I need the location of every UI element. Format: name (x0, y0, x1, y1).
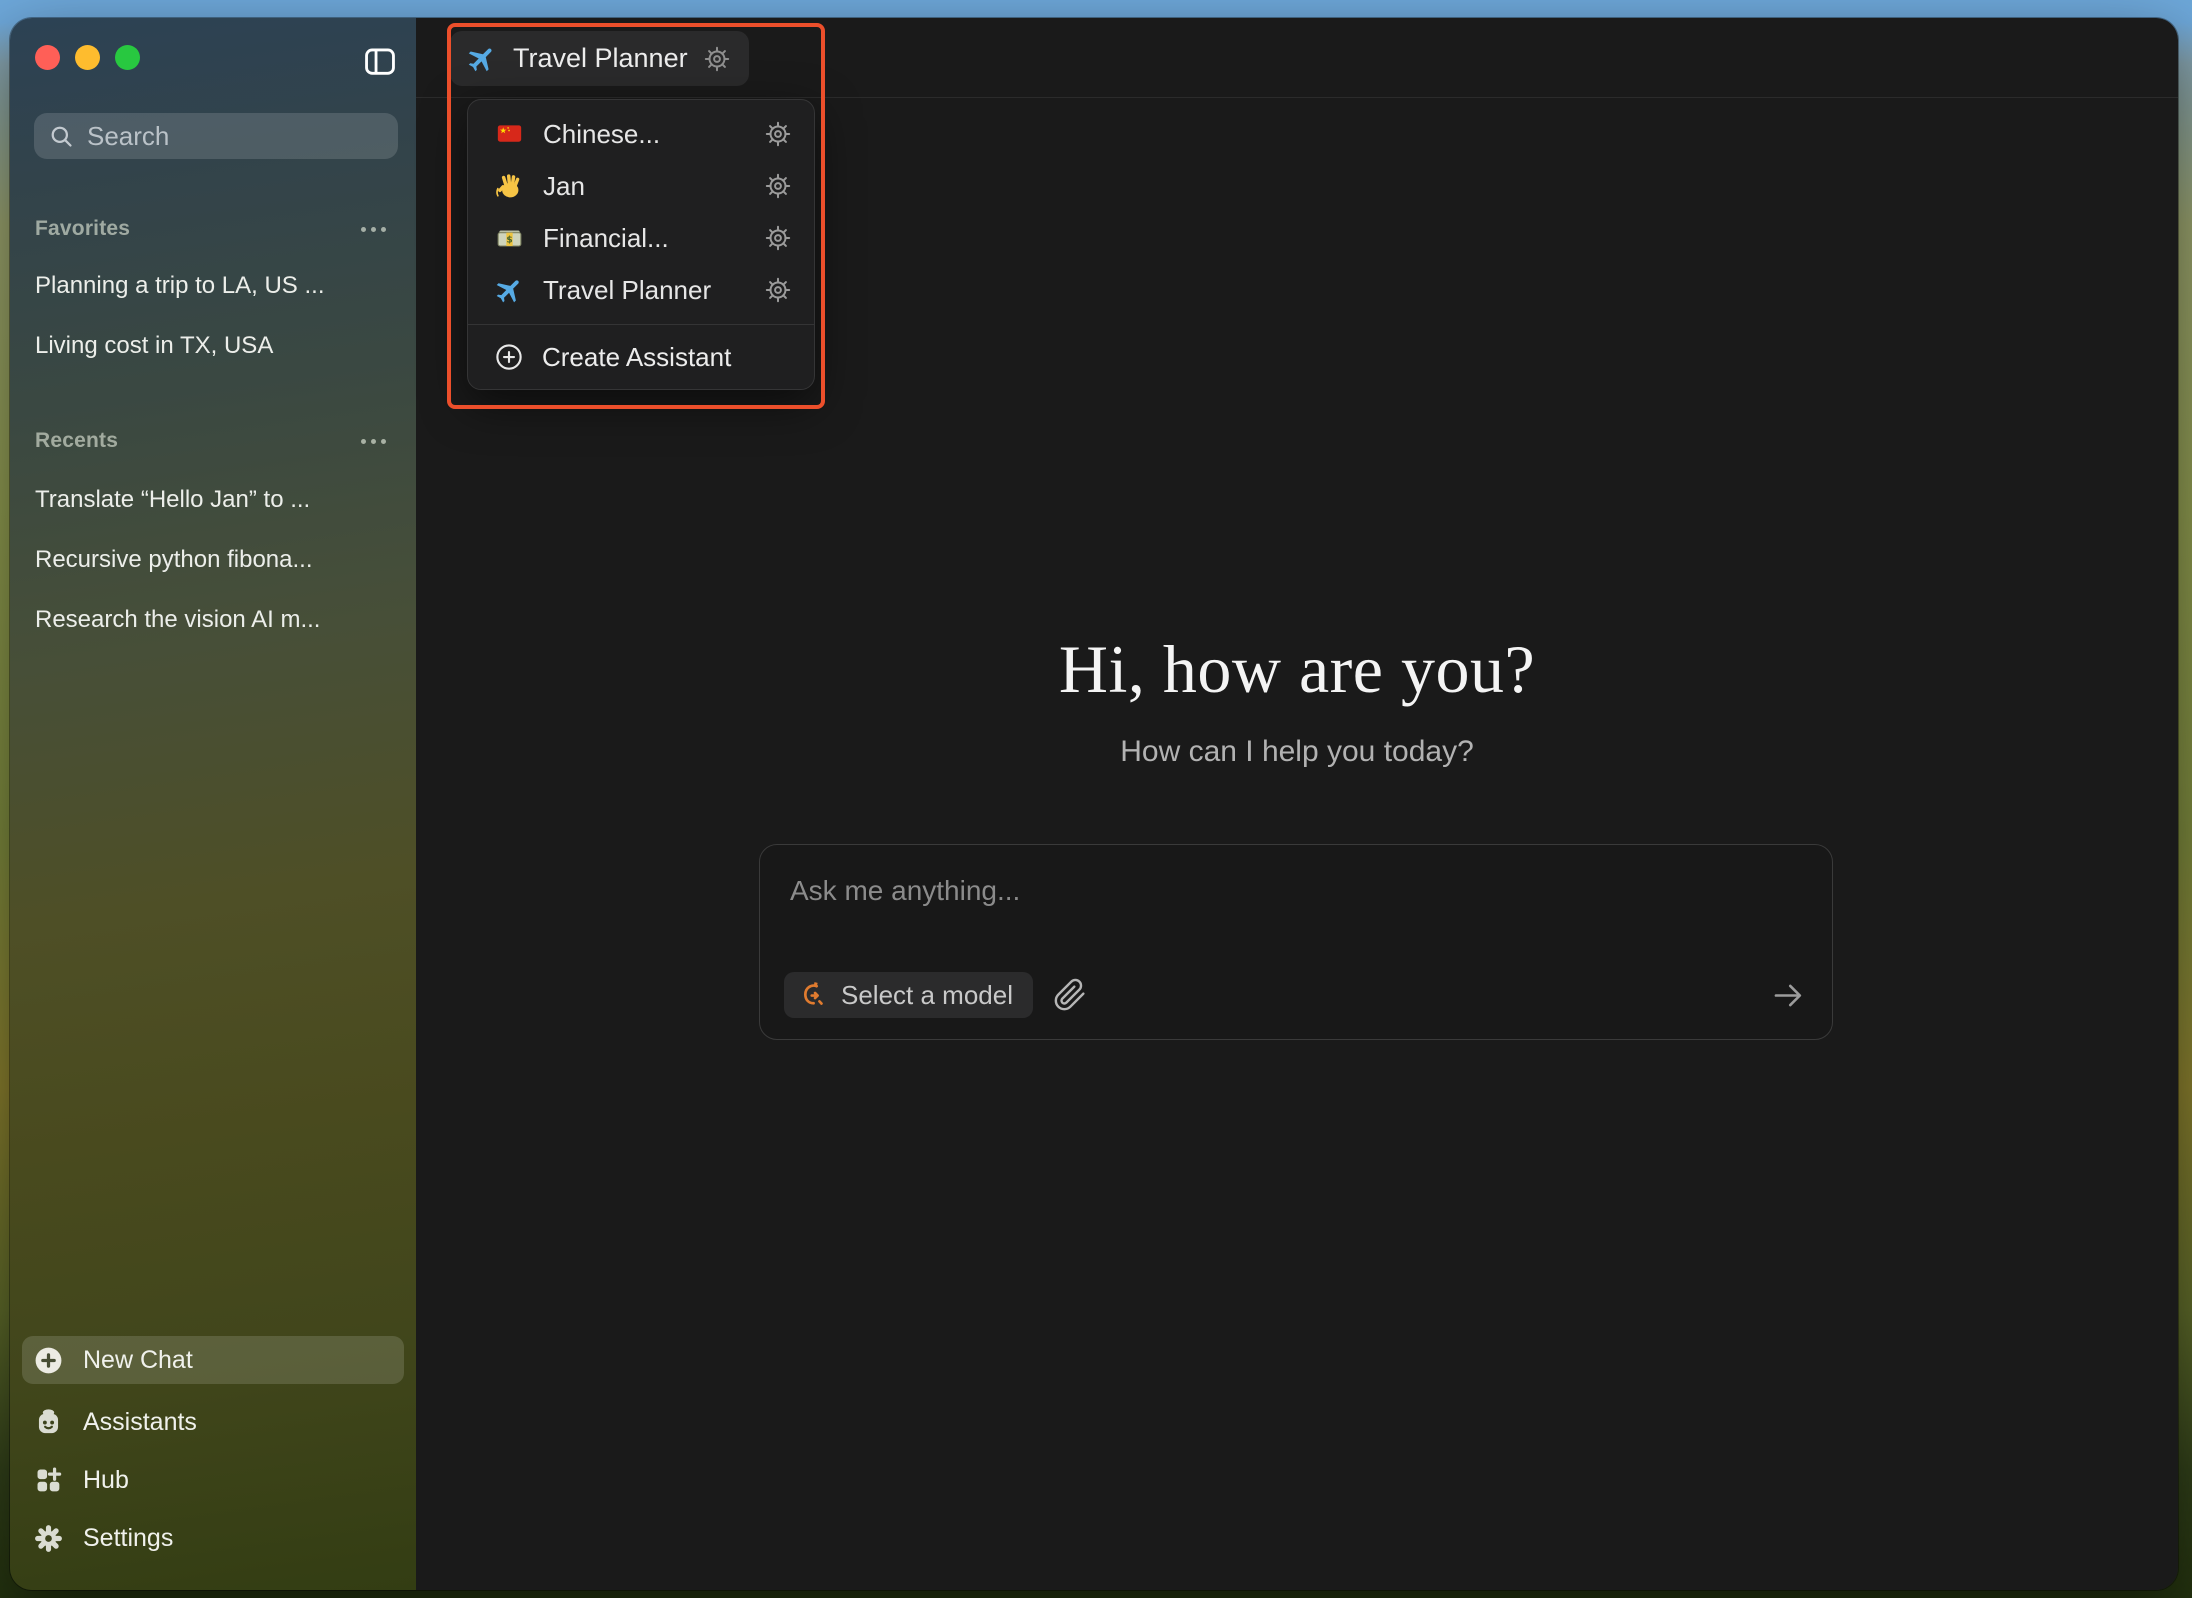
composer-toolbar: Select a model (784, 971, 1806, 1019)
sidebar-item-assistants[interactable]: Assistants (22, 1398, 404, 1446)
menu-item-label: Financial... (543, 223, 669, 254)
window-controls (35, 45, 140, 70)
assistant-menu-item-travel-planner[interactable]: Travel Planner (468, 264, 814, 316)
chat-title: Translate “Hello Jan” to ... (35, 486, 310, 514)
chat-title: Living cost in TX, USA (35, 332, 273, 360)
chat-composer[interactable]: Select a model (759, 844, 1833, 1040)
menu-item-label: Travel Planner (543, 275, 711, 306)
main-panel: Travel Planner (416, 18, 2178, 1590)
select-model-label: Select a model (841, 980, 1013, 1011)
create-assistant-label: Create Assistant (542, 342, 731, 373)
chat-title: Recursive python fibona... (35, 546, 313, 574)
gear-icon[interactable] (764, 120, 792, 148)
sidebar-item-hub[interactable]: Hub (22, 1456, 404, 1504)
search-icon (48, 123, 75, 150)
money-icon: $ (494, 224, 525, 253)
gear-icon[interactable] (703, 45, 731, 73)
attach-file-button[interactable] (1053, 978, 1087, 1012)
plus-circle-icon (33, 1345, 64, 1376)
select-model-button[interactable]: Select a model (784, 972, 1033, 1018)
chat-title: Research the vision AI m... (35, 606, 320, 634)
assistant-menu-item-jan[interactable]: Jan (468, 160, 814, 212)
chat-title: Planning a trip to LA, US ... (35, 272, 325, 300)
send-message-button[interactable] (1769, 977, 1806, 1014)
waving-hand-icon (494, 171, 525, 202)
favorites-section-header: Favorites (10, 214, 416, 244)
recent-chat-item[interactable]: Translate “Hello Jan” to ... (22, 478, 404, 522)
greeting: Hi, how are you? How can I help you toda… (416, 630, 2178, 769)
recent-chat-item[interactable]: Recursive python fibona... (22, 538, 404, 582)
search-input[interactable] (87, 121, 422, 152)
menu-item-label: Jan (543, 171, 585, 202)
minimize-window-button[interactable] (75, 45, 100, 70)
app-window: Favorites Planning a trip to LA, US ... … (10, 18, 2178, 1590)
menu-item-label: Chinese... (543, 119, 660, 150)
new-chat-button[interactable]: New Chat (22, 1336, 404, 1384)
favorite-chat-item[interactable]: Living cost in TX, USA (22, 324, 404, 368)
assistant-selector-label: Travel Planner (513, 43, 688, 74)
zoom-window-button[interactable] (115, 45, 140, 70)
favorite-chat-item[interactable]: Planning a trip to LA, US ... (22, 264, 404, 308)
gear-icon (33, 1523, 64, 1554)
favorites-options-button[interactable] (357, 223, 390, 236)
airplane-icon (494, 275, 525, 306)
paperclip-icon (1053, 978, 1087, 1012)
model-provider-icon (796, 979, 828, 1011)
hub-grid-icon (33, 1465, 64, 1496)
gear-icon[interactable] (764, 172, 792, 200)
assistant-menu-item-financial[interactable]: $ Financial... (468, 212, 814, 264)
chat-input[interactable] (790, 871, 1802, 911)
greeting-subtitle: How can I help you today? (416, 735, 2178, 769)
desktop-background: Favorites Planning a trip to LA, US ... … (0, 0, 2192, 1598)
sidebar-toggle-icon (362, 45, 400, 79)
close-window-button[interactable] (35, 45, 60, 70)
settings-label: Settings (83, 1524, 173, 1553)
assistant-icon (33, 1407, 64, 1438)
assistants-label: Assistants (83, 1408, 197, 1437)
recent-chat-item[interactable]: Research the vision AI m... (22, 598, 404, 642)
svg-text:$: $ (506, 235, 512, 245)
sidebar: Favorites Planning a trip to LA, US ... … (10, 18, 416, 1590)
favorites-label: Favorites (35, 217, 130, 241)
recents-label: Recents (35, 429, 118, 453)
airplane-icon (466, 43, 498, 75)
sidebar-toggle-button[interactable] (362, 44, 400, 80)
sidebar-item-settings[interactable]: Settings (22, 1514, 404, 1562)
hub-label: Hub (83, 1466, 129, 1495)
gear-icon[interactable] (764, 276, 792, 304)
new-chat-label: New Chat (83, 1346, 193, 1375)
create-assistant-button[interactable]: Create Assistant (468, 325, 814, 389)
greeting-title: Hi, how are you? (416, 630, 2178, 709)
gear-icon[interactable] (764, 224, 792, 252)
search-field[interactable] (34, 113, 398, 159)
recents-section-header: Recents (10, 426, 416, 456)
recents-options-button[interactable] (357, 435, 390, 448)
assistant-dropdown-menu: Chinese... (467, 99, 815, 390)
assistant-selector-button[interactable]: Travel Planner (450, 31, 749, 86)
china-flag-icon (494, 120, 525, 148)
assistant-menu-item-chinese[interactable]: Chinese... (468, 108, 814, 160)
send-arrow-icon (1769, 977, 1806, 1014)
plus-circle-outline-icon (494, 342, 524, 372)
